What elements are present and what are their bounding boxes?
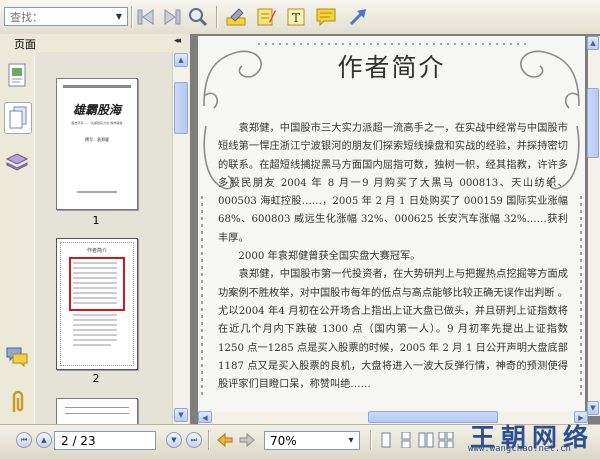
body-paragraph: 袁郑健，中国股市三大实力派超一流高手之一，在实战中经常与中国股市短线第一悍庄浙江… — [218, 123, 568, 244]
search-input[interactable] — [8, 9, 116, 26]
forward-icon[interactable] — [160, 5, 184, 29]
zoom-value: 70% — [270, 434, 297, 448]
thumbnail-header-rule — [63, 85, 131, 88]
first-page-icon[interactable]: ⏮ — [16, 432, 32, 448]
attachments-tab-icon[interactable] — [4, 388, 30, 418]
thumbnail-cover-title: 雄霸股海 — [72, 103, 121, 117]
zoom-search-icon[interactable] — [186, 5, 210, 29]
thumbnail-scrollbar[interactable]: ▲ ▼ — [172, 52, 189, 424]
go-back-icon[interactable] — [216, 431, 234, 449]
page-thumbnail-3[interactable] — [56, 398, 138, 424]
search-field[interactable]: ▼ — [4, 7, 128, 26]
thumbnail-inner-title: 作者简介 — [86, 248, 107, 254]
body-paragraph: 袁郑健，中国股市第一代投资者，在大势研判上与把握热点挖掘等方面成功案例不胜枚举，… — [218, 269, 568, 391]
layers-tab-icon[interactable] — [4, 148, 30, 178]
thumbnail-footer-rule — [77, 191, 117, 193]
facing-pages-icon[interactable] — [418, 432, 434, 448]
scroll-down-icon[interactable]: ▼ — [587, 401, 599, 415]
site-watermark-url: www.wangchao.net.cn — [468, 444, 571, 454]
thumbnail-label-1: 1 — [92, 214, 100, 227]
document-body: 袁郑健，中国股市三大实力派超一流高手之一，在实战中经常与中国股市短线第一悍庄浙江… — [218, 120, 568, 394]
scroll-up-icon[interactable]: ▲ — [587, 36, 599, 50]
thumbnail-text-line — [65, 413, 129, 414]
next-page-icon[interactable]: ▼ — [166, 432, 182, 448]
thumbnail-panel: 雄霸股海 股市高手——“袁郑健实力派”操作秘技 撰写：袁郑健 1 作者简介 2 — [34, 52, 189, 424]
prev-page-icon[interactable]: ▲ — [36, 432, 52, 448]
comment-icon[interactable] — [314, 5, 338, 29]
note-pad-icon[interactable] — [254, 5, 278, 29]
thumbnail-label-2: 2 — [92, 372, 100, 385]
thumbnail-cover-subtitle: 股市高手——“袁郑健实力派”操作秘技 — [71, 121, 123, 125]
last-page-icon[interactable]: ⏭ — [186, 432, 202, 448]
page-thumbnail-2[interactable]: 作者简介 — [56, 238, 138, 370]
document-vertical-scrollbar[interactable]: ▲ ▼ — [587, 36, 600, 416]
text-box-icon[interactable]: T — [284, 5, 308, 29]
page-thumbnails-tab-icon[interactable] — [4, 60, 30, 90]
page-number-value: 2 / 23 — [61, 434, 96, 448]
thumbnail-text-line — [65, 407, 129, 408]
comments-tab-icon[interactable] — [4, 342, 30, 372]
scroll-left-icon[interactable]: ◀ — [198, 411, 212, 423]
page-number-field[interactable]: 2 / 23 — [54, 431, 156, 450]
pages-tab-icon[interactable] — [4, 102, 32, 134]
arrow-tool-icon[interactable] — [346, 5, 370, 29]
svg-text:T: T — [292, 11, 300, 25]
scroll-down-icon[interactable]: ▼ — [174, 408, 188, 422]
collapse-sidebar-icon[interactable]: ◂◂ — [174, 36, 181, 46]
zoom-field[interactable]: 70% ▾ — [264, 431, 360, 450]
zoom-dropdown-arrow[interactable]: ▾ — [344, 433, 358, 448]
thumbnail-cover-author: 撰写：袁郑健 — [85, 137, 109, 142]
toolbar-separator — [131, 6, 133, 28]
toolbar-separator — [216, 6, 218, 28]
thumbnail-text-lines — [73, 262, 117, 346]
scrollbar-thumb[interactable] — [174, 82, 188, 134]
highlight-icon[interactable] — [224, 5, 248, 29]
scrollbar-thumb[interactable] — [587, 88, 599, 158]
status-separator — [370, 430, 372, 450]
page-thumbnail-1[interactable]: 雄霸股海 股市高手——“袁郑健实力派”操作秘技 撰写：袁郑健 — [56, 78, 138, 210]
document-page: 作者简介 袁郑健，中国股市三大实力派超一流高手之一，在实战中经常与中国股市短线第… — [198, 36, 585, 416]
body-paragraph: 2000 年袁郑健曾获全国实盘大赛冠军。 — [218, 251, 421, 263]
continuous-page-icon[interactable] — [398, 431, 414, 449]
sidebar-title: 页面 — [14, 38, 36, 51]
scroll-up-icon[interactable]: ▲ — [174, 53, 188, 67]
document-title: 作者简介 — [337, 53, 446, 82]
continuous-facing-icon[interactable] — [438, 431, 454, 449]
go-forward-icon[interactable] — [238, 431, 256, 449]
status-separator — [208, 430, 210, 450]
search-dropdown-arrow[interactable]: ▼ — [112, 9, 126, 24]
back-icon[interactable] — [134, 5, 158, 29]
single-page-icon[interactable] — [378, 432, 394, 448]
